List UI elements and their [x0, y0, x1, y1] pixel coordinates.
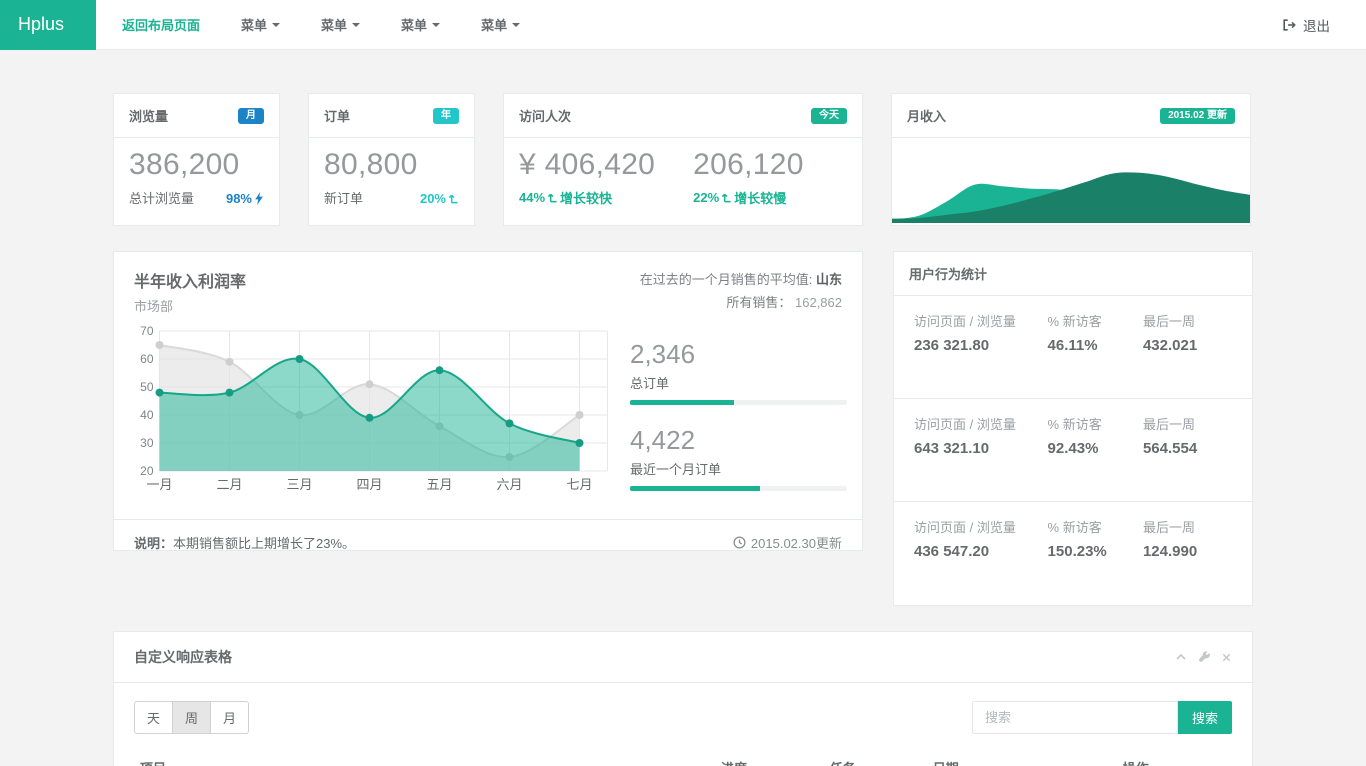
logout-button[interactable]: 退出	[1282, 15, 1330, 35]
period-badge: 年	[433, 108, 459, 124]
navbar: Hplus 返回布局页面 菜单 菜单 菜单 菜单 退出	[0, 0, 1366, 50]
svg-text:四月: 四月	[356, 477, 382, 492]
stat-value: 206,120	[693, 148, 804, 183]
bolt-icon	[254, 192, 264, 205]
sign-out-icon	[1282, 18, 1296, 32]
menu-dropdown-4[interactable]: 菜单	[481, 15, 520, 34]
svg-text:50: 50	[140, 380, 154, 394]
panel-subtitle: 市场部	[134, 296, 246, 315]
stat-value: 386,200	[129, 148, 264, 183]
panel-title: 自定义响应表格	[134, 647, 232, 667]
column-header: 进度	[721, 758, 830, 766]
svg-text:40: 40	[140, 408, 154, 422]
card-orders: 订单 年 80,800 新订单 20%	[308, 93, 475, 226]
period-badge: 月	[238, 108, 264, 124]
panel-user-behavior: 用户行为统计 访问页面 / 浏览量236 321.80 % 新访客46.11% …	[893, 251, 1253, 606]
svg-text:二月: 二月	[216, 477, 242, 492]
avg-value: 山东	[816, 272, 842, 287]
stat-metric: 44% 增长较快	[519, 188, 655, 207]
income-area-chart	[892, 138, 1250, 223]
card-title: 访问人次	[519, 106, 571, 125]
panel-title: 用户行为统计	[909, 264, 987, 283]
level-up-icon	[448, 193, 459, 204]
stat-metric: 98%	[226, 191, 264, 206]
month-orders-label: 最近一个月订单	[630, 459, 847, 478]
search-input[interactable]	[972, 701, 1178, 734]
svg-text:70: 70	[140, 324, 154, 338]
card-page-views: 浏览量 月 386,200 总计浏览量 98%	[113, 93, 280, 226]
updated-timestamp: 2015.02.30更新	[733, 533, 842, 552]
behavior-row: 访问页面 / 浏览量643 321.10 % 新访客92.43% 最后一周564…	[894, 399, 1252, 502]
filter-month-button[interactable]: 月	[211, 701, 249, 734]
table-header-row: 项目 进度 任务 日期 操作	[134, 758, 1232, 766]
panel-responsive-table: 自定义响应表格 天 周 月 搜索	[113, 631, 1253, 766]
visits-right-stat: 206,120 22% 增长较慢	[693, 148, 804, 207]
card-monthly-income: 月收入 2015.02 更新	[891, 93, 1251, 226]
caret-down-icon	[352, 23, 360, 27]
card-title: 订单	[324, 106, 350, 125]
updated-badge: 2015.02 更新	[1160, 108, 1235, 124]
column-header: 操作	[1123, 758, 1226, 766]
menu-dropdown-3[interactable]: 菜单	[401, 15, 440, 34]
filter-day-button[interactable]: 天	[134, 701, 173, 734]
column-header: 任务	[830, 758, 933, 766]
profit-line-chart: 20 30 40 50 60 70 一月 二月 三月 四月 五月 六月 七月	[129, 323, 614, 495]
caret-down-icon	[272, 23, 280, 27]
svg-text:一月: 一月	[146, 477, 172, 492]
total-orders-label: 总订单	[630, 373, 847, 392]
card-visits: 访问人次 今天 ¥ 406,420 44% 增长较快 206,120 22%	[503, 93, 863, 226]
panel-summary: 在过去的一个月销售的平均值: 山东 所有销售： 162,862	[640, 268, 842, 315]
caret-down-icon	[432, 23, 440, 27]
stat-value: ¥ 406,420	[519, 148, 655, 183]
svg-text:六月: 六月	[496, 477, 522, 492]
brand-logo[interactable]: Hplus	[0, 0, 96, 50]
column-header: 日期	[933, 758, 1123, 766]
total-orders-progress	[630, 400, 847, 405]
close-icon[interactable]	[1221, 652, 1232, 663]
menu-dropdown-1[interactable]: 菜单	[241, 15, 280, 34]
visits-left-stat: ¥ 406,420 44% 增长较快	[519, 148, 655, 207]
stat-label: 总计浏览量	[129, 188, 194, 207]
panel-title: 半年收入利润率	[134, 268, 246, 292]
level-up-icon	[547, 192, 558, 203]
stat-value: 80,800	[324, 148, 459, 183]
panel-half-year-profit: 半年收入利润率 市场部 在过去的一个月销售的平均值: 山东 所有销售： 162,…	[113, 251, 863, 551]
stat-label: 新订单	[324, 188, 363, 207]
card-title: 月收入	[907, 106, 946, 125]
svg-text:三月: 三月	[286, 477, 312, 492]
wrench-icon[interactable]	[1198, 651, 1210, 663]
level-up-icon	[721, 192, 732, 203]
svg-text:20: 20	[140, 464, 154, 478]
svg-text:60: 60	[140, 352, 154, 366]
back-to-layout-link[interactable]: 返回布局页面	[122, 15, 200, 34]
search-button[interactable]: 搜索	[1178, 701, 1232, 734]
svg-text:七月: 七月	[566, 477, 592, 492]
sales-value: 162,862	[795, 295, 842, 310]
card-title: 浏览量	[129, 106, 168, 125]
caret-down-icon	[512, 23, 520, 27]
behavior-row: 访问页面 / 浏览量436 547.20 % 新访客150.23% 最后一周12…	[894, 502, 1252, 605]
period-badge: 今天	[811, 108, 847, 124]
stat-metric: 20%	[420, 191, 459, 206]
panel-note: 说明：本期销售额比上期增长了23%。	[134, 533, 355, 552]
stat-metric: 22% 增长较慢	[693, 188, 804, 207]
month-orders-progress	[630, 486, 847, 491]
page-content: 浏览量 月 386,200 总计浏览量 98% 订单 年 80,	[113, 50, 1253, 766]
collapse-icon[interactable]	[1175, 651, 1187, 663]
order-stats: 2,346 总订单 4,422 最近一个月订单	[614, 323, 847, 511]
month-orders-value: 4,422	[630, 425, 847, 456]
clock-icon	[733, 536, 746, 549]
filter-week-button[interactable]: 周	[173, 701, 211, 734]
period-filter-group: 天 周 月	[134, 701, 249, 734]
menu-dropdown-2[interactable]: 菜单	[321, 15, 360, 34]
svg-text:五月: 五月	[426, 477, 452, 492]
svg-text:30: 30	[140, 436, 154, 450]
total-orders-value: 2,346	[630, 339, 847, 370]
behavior-row: 访问页面 / 浏览量236 321.80 % 新访客46.11% 最后一周432…	[894, 296, 1252, 399]
column-header: 项目	[140, 758, 721, 766]
